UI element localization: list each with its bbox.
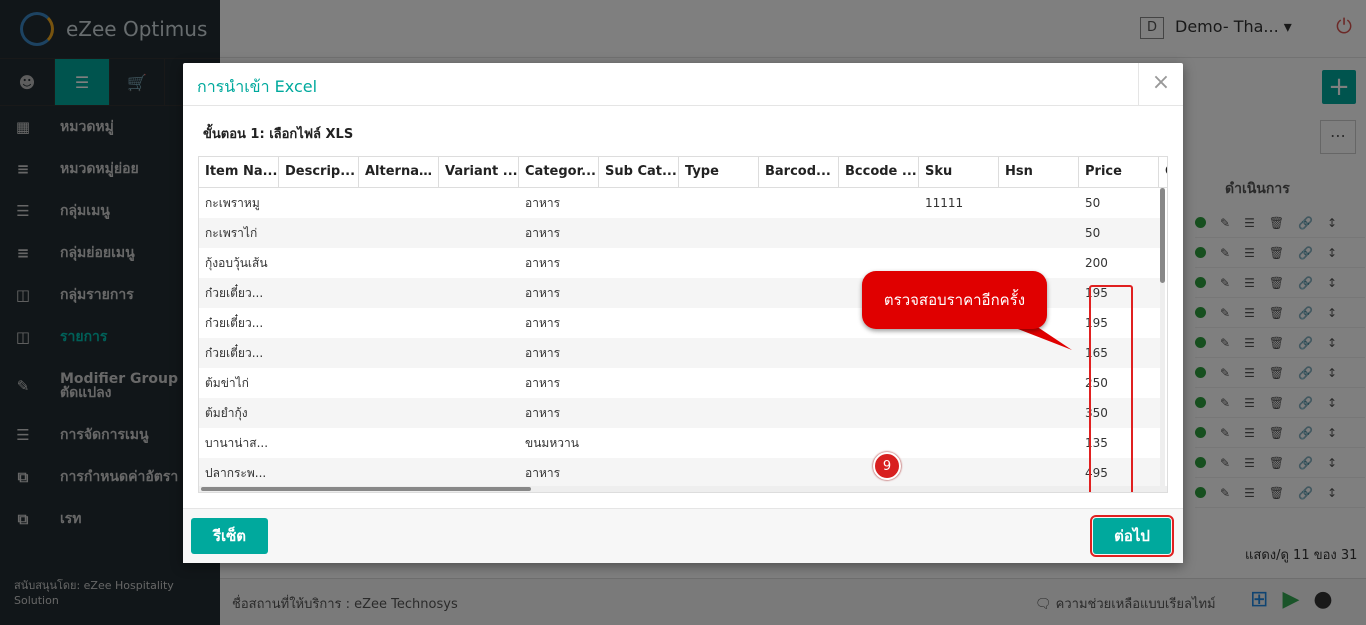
check-price-callout: ตรวจสอบราคาอีกครั้ง <box>862 271 1047 329</box>
callout-pointer <box>1000 322 1072 350</box>
